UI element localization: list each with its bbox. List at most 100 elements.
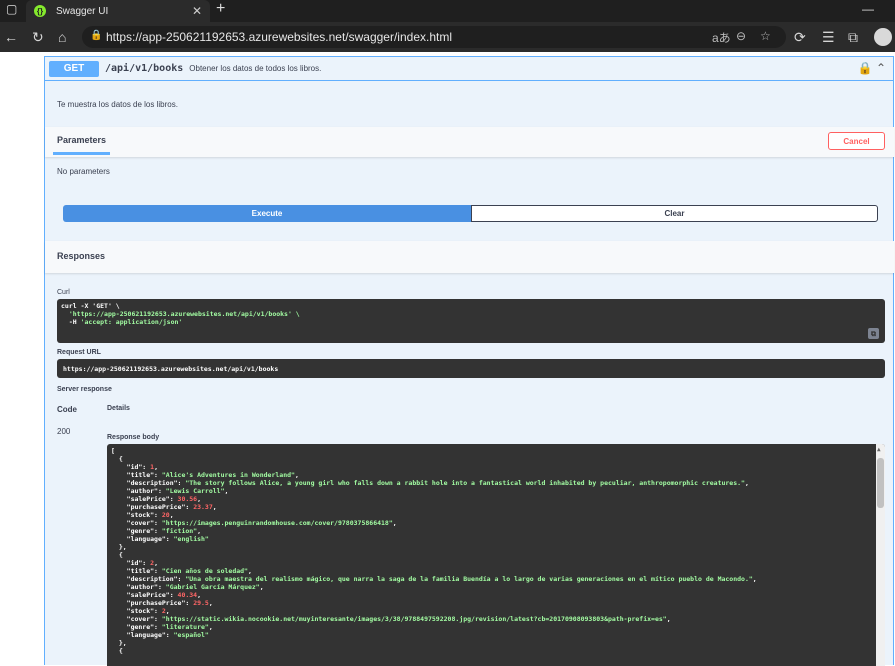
json-value: "https://images.penguinrandomhouse.com/c… xyxy=(161,519,393,527)
json-line: "author": "Gabriel García Márquez", xyxy=(111,583,264,591)
json-line: "salePrice": 40.34, xyxy=(111,591,202,599)
json-value: 40.34 xyxy=(177,591,198,599)
json-value: 1 xyxy=(150,463,155,471)
json-line: "purchasePrice": 23.37, xyxy=(111,503,217,511)
method-badge: GET xyxy=(49,60,99,77)
json-line: "id": 2, xyxy=(111,559,158,567)
json-line: "title": "Alice's Adventures in Wonderla… xyxy=(111,471,299,479)
favorites-icon[interactable]: ☰ xyxy=(822,29,835,46)
zoom-icon[interactable]: ⊖ xyxy=(736,29,746,43)
curl-code-block[interactable]: curl -X 'GET' \ 'https://app-25062119265… xyxy=(57,299,885,343)
chevron-up-icon[interactable]: ⌃ xyxy=(876,61,886,75)
swagger-favicon-icon: {} xyxy=(34,5,46,17)
tab-close-icon[interactable]: ✕ xyxy=(192,4,202,18)
json-line: "purchasePrice": 29.5, xyxy=(111,599,213,607)
json-value: 29.5 xyxy=(193,599,209,607)
json-line: "cover": "https://static.wikia.nocookie.… xyxy=(111,615,671,623)
favorite-star-icon[interactable]: ☆ xyxy=(760,29,771,43)
summary-actions: 🔒 ⌃ xyxy=(858,61,886,75)
new-tab-icon[interactable]: + xyxy=(216,0,225,18)
read-aloud-icon[interactable]: aあ xyxy=(712,29,731,46)
json-line: "description": "Una obra maestra del rea… xyxy=(111,575,757,583)
response-body-block[interactable]: [ { "id": 1, "title": "Alice's Adventure… xyxy=(107,444,885,666)
no-parameters-text: No parameters xyxy=(57,167,110,176)
json-line: "author": "Lewis Carroll", xyxy=(111,487,229,495)
json-value: "Cien años de soledad" xyxy=(161,567,248,575)
json-value: "Lewis Carroll" xyxy=(165,487,225,495)
copy-icon[interactable]: ⧉ xyxy=(868,328,879,339)
responses-title: Responses xyxy=(57,251,106,261)
minimize-icon[interactable]: — xyxy=(862,2,874,16)
code-column-header: Code xyxy=(57,405,77,414)
reload-icon[interactable]: ↻ xyxy=(32,29,44,46)
json-value: "Alice's Adventures in Wonderland" xyxy=(161,471,295,479)
response-status-code: 200 xyxy=(57,427,71,436)
json-bracket: [ xyxy=(111,447,115,455)
json-brace: { xyxy=(111,455,123,463)
json-line: "stock": 2, xyxy=(111,607,170,615)
json-line: "language": "español" xyxy=(111,631,209,639)
extensions-icon[interactable]: ⟳ xyxy=(794,29,806,46)
browser-navbar: ← ↻ ⌂ 🔒 https://app-250621192653.azurewe… xyxy=(0,22,895,52)
operation-summary[interactable]: GET /api/v1/books Obtener los datos de t… xyxy=(45,57,894,81)
operation-block: GET /api/v1/books Obtener los datos de t… xyxy=(44,56,894,666)
json-value: 2 xyxy=(150,559,155,567)
json-value: "español" xyxy=(173,631,209,639)
profile-avatar[interactable] xyxy=(874,28,892,46)
scrollbar-thumb[interactable] xyxy=(877,458,884,508)
request-url-block[interactable]: https://app-250621192653.azurewebsites.n… xyxy=(57,359,885,378)
json-value: "https://static.wikia.nocookie.net/muyin… xyxy=(161,615,667,623)
json-line: "genre": "fiction", xyxy=(111,527,202,535)
json-brace: { xyxy=(111,647,123,655)
lock-icon[interactable]: 🔒 xyxy=(858,61,873,75)
curl-line: 'https://app-250621192653.azurewebsites.… xyxy=(61,310,300,318)
page-content: GET /api/v1/books Obtener los datos de t… xyxy=(0,52,895,666)
json-brace: }, xyxy=(111,543,127,551)
details-column-header: Details xyxy=(107,405,130,412)
tab-actions-icon[interactable]: ▢ xyxy=(6,2,17,16)
address-bar[interactable]: 🔒 https://app-250621192653.azurewebsites… xyxy=(82,26,786,48)
browser-tab[interactable]: {} Swagger UI ✕ xyxy=(26,0,210,22)
address-url: https://app-250621192653.azurewebsites.n… xyxy=(106,30,453,44)
json-line: "title": "Cien años de soledad", xyxy=(111,567,252,575)
cancel-button[interactable]: Cancel xyxy=(828,132,885,150)
request-url-label: Request URL xyxy=(57,349,101,356)
response-body-scrollbar[interactable]: ▲ xyxy=(876,444,885,666)
curl-line: curl -X 'GET' \ xyxy=(61,302,120,310)
json-brace: { xyxy=(111,551,123,559)
operation-path: /api/v1/books xyxy=(105,63,184,74)
tab-parameters[interactable]: Parameters xyxy=(53,135,111,155)
operation-summary-text: Obtener los datos de todos los libros. xyxy=(189,64,322,73)
curl-line-header: 'accept: application/json' xyxy=(80,318,183,326)
home-icon[interactable]: ⌂ xyxy=(58,29,66,45)
curl-label: Curl xyxy=(57,289,70,296)
json-line: "language": "english" xyxy=(111,535,209,543)
json-value: 23.37 xyxy=(193,503,213,511)
site-info-icon[interactable]: 🔒 xyxy=(90,30,102,41)
server-response-label: Server response xyxy=(57,386,112,393)
json-line: "salePrice": 30.56, xyxy=(111,495,202,503)
parameters-header: Parameters Cancel xyxy=(45,127,894,157)
json-brace: }, xyxy=(111,639,127,647)
json-value: "The story follows Alice, a young girl w… xyxy=(185,479,745,487)
json-line: "cover": "https://images.penguinrandomho… xyxy=(111,519,397,527)
curl-line-prefix: -H xyxy=(61,318,81,326)
json-line: "genre": "literature", xyxy=(111,623,213,631)
execute-wrapper: Execute Clear xyxy=(63,205,878,222)
screenshot-icon[interactable]: ⧉ xyxy=(848,29,858,46)
json-value: "Una obra maestra del realismo mágico, q… xyxy=(185,575,753,583)
json-value: 30.56 xyxy=(177,495,198,503)
json-value: "Gabriel García Márquez" xyxy=(165,583,260,591)
json-value: "literature" xyxy=(161,623,209,631)
json-line: "stock": 20, xyxy=(111,511,174,519)
scroll-up-icon[interactable]: ▲ xyxy=(877,446,881,454)
clear-button[interactable]: Clear xyxy=(471,205,878,222)
curl-line: -H 'accept: application/json' xyxy=(61,318,881,326)
tab-title: Swagger UI xyxy=(56,5,109,17)
execute-button[interactable]: Execute xyxy=(63,205,471,222)
back-icon[interactable]: ← xyxy=(4,29,18,45)
json-line: "id": 1, xyxy=(111,463,158,471)
json-value: "english" xyxy=(173,535,209,543)
browser-titlebar: ▢ {} Swagger UI ✕ + — xyxy=(0,0,895,22)
json-value: "fiction" xyxy=(161,527,198,535)
